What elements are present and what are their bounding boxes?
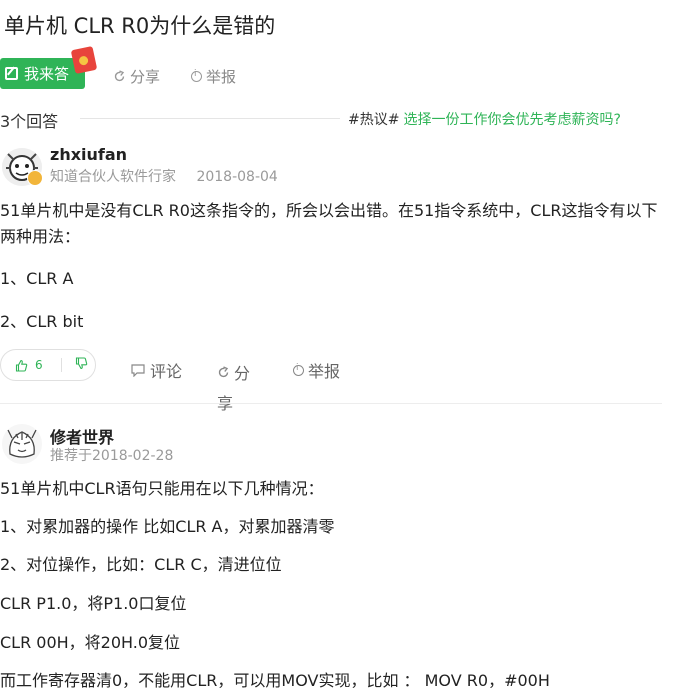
- question-share-button[interactable]: 分享: [113, 66, 160, 87]
- share-icon: [114, 70, 125, 82]
- vote-control: 6: [0, 349, 96, 381]
- report-icon: [293, 363, 304, 376]
- header-divider: [80, 118, 340, 119]
- answer1-username[interactable]: zhxiufan: [50, 145, 127, 164]
- answer1-item-2: 2、CLR bit: [0, 312, 84, 331]
- answer2-line: 51单片机中CLR语句只能用在以下几种情况：: [0, 479, 324, 498]
- answer1-share-button[interactable]: 分: [217, 360, 250, 384]
- answer1-report-button[interactable]: 举报: [293, 358, 340, 382]
- answer2-line: 2、对位操作，比如：CLR C，清进位位: [0, 555, 282, 574]
- red-packet-icon[interactable]: [70, 45, 98, 75]
- comment-label: 评论: [150, 362, 183, 381]
- avatar-image: [2, 424, 42, 464]
- question-title: 单片机 CLR R0为什么是错的: [4, 14, 276, 38]
- answer2-line: CLR P1.0，将P1.0口复位: [0, 594, 187, 613]
- avatar[interactable]: [2, 424, 42, 464]
- like-count: 6: [35, 358, 43, 372]
- answer1-report-label: 举报: [308, 362, 341, 381]
- answer1-share-label-a: 分: [234, 364, 251, 383]
- answer-button[interactable]: 我来答: [0, 58, 85, 89]
- answer-button-label: 我来答: [24, 65, 70, 83]
- answer1-text: 51单片机中是没有CLR R0这条指令的，所会以会出错。在51指令系统中，CLR…: [0, 201, 658, 246]
- comment-button[interactable]: 评论: [131, 358, 182, 382]
- answer2-line: CLR 00H，将20H.0复位: [0, 633, 181, 652]
- answer1-role: 知道合伙人软件行家: [50, 169, 176, 185]
- question-report-button[interactable]: 举报: [191, 66, 236, 87]
- comment-icon: [131, 363, 145, 377]
- hot-topic-question: 选择一份工作你会优先考虑薪资吗?: [403, 112, 621, 128]
- dislike-button[interactable]: [62, 356, 88, 374]
- edit-icon: [5, 67, 18, 80]
- question-share-label: 分享: [130, 68, 161, 86]
- hot-topic-link[interactable]: #热议# 选择一份工作你会优先考虑薪资吗?: [348, 109, 621, 129]
- answer1-item-1: 1、CLR A: [0, 269, 74, 288]
- answer1-date: 2018-08-04: [196, 169, 278, 185]
- answer2-meta: 推荐于2018-02-28: [50, 448, 174, 464]
- answer-count: 3个回答: [0, 112, 59, 131]
- question-report-label: 举报: [206, 68, 237, 86]
- share-icon: [218, 365, 229, 377]
- verified-badge-icon: [27, 170, 43, 186]
- answer-divider: [0, 403, 662, 404]
- hot-topic-tag: #热议#: [348, 112, 400, 128]
- thumb-down-icon: [75, 356, 88, 369]
- thumb-up-icon: [15, 359, 28, 372]
- answer2-line: 1、对累加器的操作 比如CLR A，对累加器清零: [0, 517, 335, 536]
- like-button[interactable]: 6: [1, 358, 61, 372]
- report-icon: [191, 69, 202, 82]
- answer2-line: 而工作寄存器清0，不能用CLR，可以用MOV实现，比如 ： MOV R0，#00…: [0, 671, 550, 690]
- answer1-share-label-b[interactable]: 享: [217, 390, 233, 414]
